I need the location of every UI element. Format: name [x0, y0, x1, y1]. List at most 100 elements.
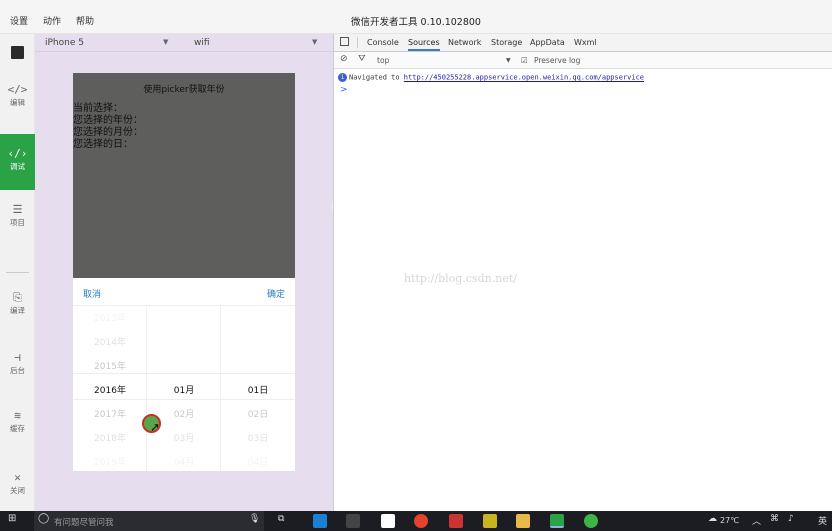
simulator-panel: iPhone 5 ▼ wifi ▼ 使用picker获取年份 当前选择： 您选择… [35, 34, 350, 511]
cortana-icon: ◯ [38, 513, 50, 524]
month-column[interactable]: 01月 02月 03月 04月 [147, 306, 221, 471]
confirm-button[interactable]: 确定 [267, 287, 285, 300]
close-icon: ✕ [14, 471, 21, 484]
sidebar-item-label: 编译 [10, 306, 25, 315]
app-camera-icon[interactable] [381, 514, 395, 528]
windows-start-icon[interactable]: ⊞ [8, 513, 16, 524]
network-select[interactable]: wifi [194, 38, 210, 48]
picker-option[interactable]: 2015年 [73, 359, 147, 372]
watermark-text: http://blog.csdn.net/ [404, 272, 517, 285]
tab-network[interactable]: Network [448, 38, 481, 47]
picker-option[interactable]: 01月 [147, 383, 221, 396]
app-wechat-devtools-icon[interactable] [550, 514, 564, 528]
picker-option[interactable]: 2019年 [73, 455, 147, 468]
picker-option[interactable]: 02日 [221, 407, 295, 420]
tab-sources[interactable]: Sources [408, 38, 440, 51]
devtools-panel: Console Sources Network Storage AppData … [333, 34, 832, 511]
picker-header: 取消 确定 [73, 278, 295, 306]
chevron-down-icon[interactable]: ▼ [312, 38, 317, 46]
tab-appdata[interactable]: AppData [530, 38, 565, 47]
navigated-url-link[interactable]: http://450255228.appservice.open.weixin.… [404, 74, 644, 82]
sidebar-item-close[interactable]: ✕ 关闭 [0, 472, 35, 496]
app-explorer-icon[interactable] [516, 514, 530, 528]
sidebar-item-backend[interactable]: ⊣ 后台 [0, 352, 35, 376]
menu-icon: ☰ [12, 203, 23, 216]
menu-bar: 设置 动作 帮助 微信开发者工具 0.10.102800 [0, 0, 832, 34]
app-wechat-icon[interactable] [584, 514, 598, 528]
search-box[interactable]: ◯ 有问题尽管问我 🎙 [34, 511, 264, 531]
console-message: i Navigated to http://450255228.appservic… [338, 73, 644, 82]
navigated-prefix: Navigated to [349, 73, 400, 82]
phone-screen: 使用picker获取年份 当前选择： 您选择的年份： 您选择的月份： 您选择的日… [73, 73, 295, 471]
filter-icon[interactable]: ⛛ [358, 54, 366, 64]
cancel-button[interactable]: 取消 [83, 287, 101, 300]
code-file-icon: </> [7, 83, 28, 96]
tab-divider [357, 37, 358, 48]
picker-option[interactable]: 01日 [221, 383, 295, 396]
picker-overlay-mask[interactable]: 使用picker获取年份 当前选择： 您选择的年份： 您选择的月份： 您选择的日… [73, 73, 295, 278]
page-title: 使用picker获取年份 [143, 85, 225, 95]
sidebar-item-label: 编辑 [10, 98, 25, 107]
devtools-tab-bar: Console Sources Network Storage AppData … [334, 34, 832, 52]
simulator-toolbar: iPhone 5 ▼ wifi ▼ [35, 34, 333, 52]
picker-option[interactable]: 2017年 [73, 407, 147, 420]
device-select[interactable]: iPhone 5 [45, 38, 84, 48]
avatar[interactable] [11, 46, 24, 59]
tab-wxml[interactable]: Wxml [574, 38, 597, 47]
clear-console-icon[interactable]: ⊘ [340, 54, 348, 64]
compile-icon: ⎘ [13, 291, 22, 304]
search-placeholder: 有问题尽管问我 [54, 518, 114, 528]
sidebar-item-edit[interactable]: </> 编辑 [0, 84, 35, 108]
day-column[interactable]: 01日 02日 03日 04日 [221, 306, 295, 471]
sidebar-item-project[interactable]: ☰ 项目 [0, 204, 35, 228]
picker-option[interactable]: 2018年 [73, 431, 147, 444]
network-icon[interactable]: ⌘ [770, 514, 779, 524]
picker-option[interactable]: 2016年 [73, 383, 147, 396]
picker-option[interactable]: 03日 [221, 431, 295, 444]
volume-icon[interactable]: ♪ [788, 514, 794, 524]
sidebar-item-debug[interactable]: ‹/› 调试 [0, 134, 35, 190]
console-filter-bar: ⊘ ⛛ top ▼ ☑ Preserve log [334, 52, 832, 69]
app-qq-icon[interactable] [313, 514, 327, 528]
tab-console[interactable]: Console [367, 38, 399, 47]
sidebar-item-cache[interactable]: ≋ 缓存 [0, 410, 35, 434]
weather-icon: ☁ [708, 514, 717, 524]
task-view-icon[interactable]: ⧉ [278, 514, 284, 524]
sidebar-item-compile[interactable]: ⎘ 编译 [0, 292, 35, 316]
picker-option[interactable]: 04月 [147, 455, 221, 468]
sidebar-item-label: 项目 [10, 218, 25, 227]
sidebar-item-label: 后台 [10, 366, 25, 375]
app-dreamweaver-icon[interactable] [483, 514, 497, 528]
app-media-icon[interactable] [449, 514, 463, 528]
selected-day-text: 您选择的日： [73, 139, 133, 150]
app-calculator-icon[interactable] [346, 514, 360, 528]
chevron-up-icon[interactable]: ︿ [752, 514, 761, 527]
microphone-icon[interactable]: 🎙 [249, 514, 260, 524]
chevron-down-icon[interactable]: ▼ [506, 57, 511, 64]
sidebar: </> 编辑 ‹/› 调试 ☰ 项目 ⎘ 编译 ⊣ 后台 ≋ 缓存 ✕ 关闭 [0, 34, 35, 511]
chevron-down-icon[interactable]: ▼ [163, 38, 168, 46]
picker-option[interactable]: 2013年 [73, 311, 147, 324]
console-prompt[interactable]: > [340, 85, 348, 95]
layers-icon: ≋ [14, 409, 21, 422]
app-chrome-icon[interactable] [414, 514, 428, 528]
current-selection-text: 当前选择： [73, 103, 123, 114]
picker-option[interactable]: 2014年 [73, 335, 147, 348]
sidebar-item-label: 缓存 [10, 424, 25, 433]
language-indicator[interactable]: 英 [818, 514, 827, 527]
year-column[interactable]: 2013年 2014年 2015年 2016年 2017年 2018年 2019年 [73, 306, 147, 471]
selected-year-text: 您选择的年份： [73, 115, 143, 126]
info-icon: i [338, 73, 347, 82]
preserve-log-label: Preserve log [534, 56, 581, 65]
context-select[interactable]: top [377, 56, 389, 65]
code-brackets-icon: ‹/› [7, 147, 28, 160]
tab-storage[interactable]: Storage [491, 38, 522, 47]
window-title: 微信开发者工具 0.10.102800 [351, 17, 481, 28]
preserve-log-checkbox[interactable]: ☑ [521, 56, 528, 65]
mouse-cursor-icon: ➚ [150, 420, 161, 434]
backend-icon: ⊣ [14, 351, 21, 364]
inspect-element-icon[interactable] [340, 37, 349, 46]
sidebar-item-label: 调试 [10, 162, 25, 171]
weather-text: 27℃ [720, 516, 740, 525]
picker-option[interactable]: 04日 [221, 455, 295, 468]
